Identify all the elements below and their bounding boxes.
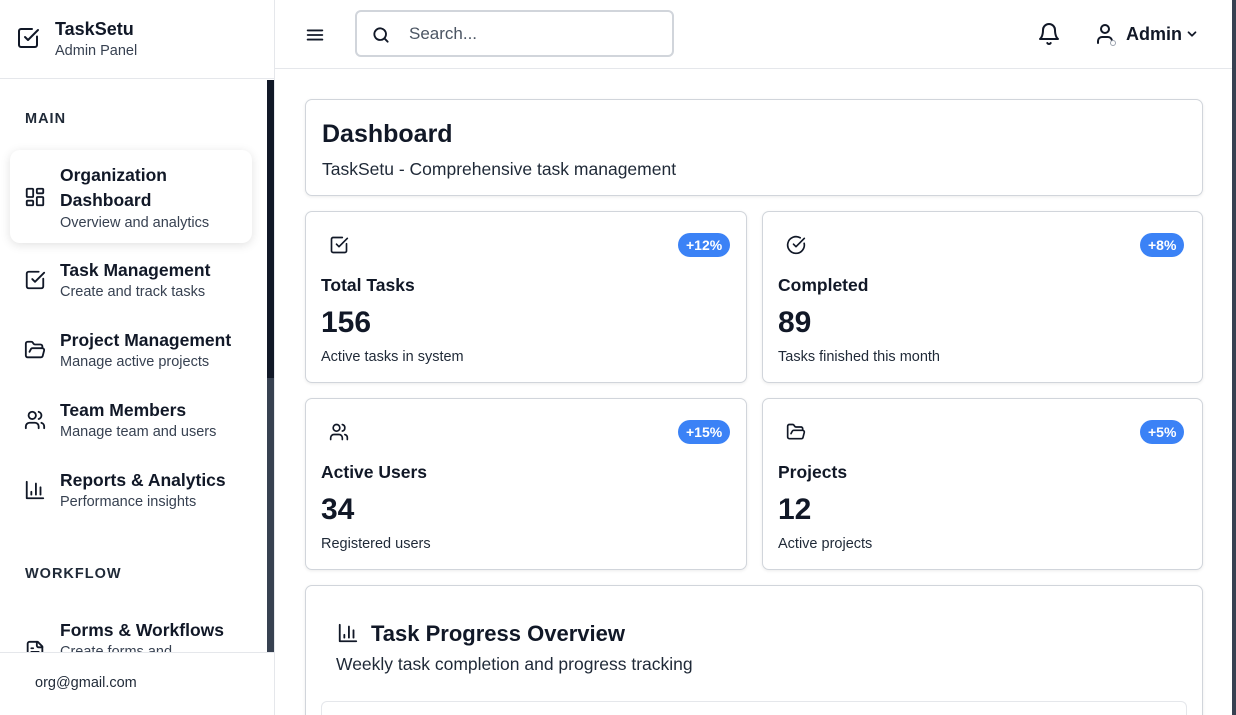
sidebar-item-subtitle: Performance insights xyxy=(60,494,197,510)
stat-description: Active tasks in system xyxy=(321,349,464,365)
sidebar-item-team-members[interactable]: Team Members Manage team and users xyxy=(10,396,252,446)
section-subtitle: Weekly task completion and progress trac… xyxy=(336,654,693,674)
stat-card-projects[interactable]: +5% Projects 12 Active projects xyxy=(762,398,1203,570)
search-input[interactable] xyxy=(407,22,657,46)
sidebar-item-task-management[interactable]: Task Management Create and track tasks xyxy=(10,256,252,306)
section-label-main: MAIN xyxy=(25,111,67,127)
user-name: Admin xyxy=(1126,24,1182,44)
sidebar-scrollbar-thumb[interactable] xyxy=(267,80,274,378)
brand-subtitle: Admin Panel xyxy=(55,43,138,59)
search-icon xyxy=(371,25,391,45)
users-icon xyxy=(329,422,349,442)
sidebar-item-title: Organization xyxy=(60,165,167,185)
bar-chart-icon xyxy=(24,479,46,501)
page-header-card: Dashboard TaskSetu - Comprehensive task … xyxy=(305,99,1203,196)
folder-open-icon xyxy=(786,422,806,442)
page-subtitle: TaskSetu - Comprehensive task management xyxy=(322,159,677,179)
folder-open-icon xyxy=(24,339,46,361)
stat-title: Completed xyxy=(778,275,869,295)
sidebar-item-title: Project Management xyxy=(60,330,232,350)
sidebar-item-title: Forms & Workflows xyxy=(60,620,225,640)
brand-title: TaskSetu xyxy=(55,19,134,39)
users-icon xyxy=(24,409,46,431)
trend-badge: +15% xyxy=(678,420,731,444)
sidebar-item-subtitle: Manage active projects xyxy=(60,354,210,370)
menu-icon[interactable] xyxy=(304,24,326,46)
sidebar-nav: MAIN Organization Dashboard Overview and… xyxy=(0,80,274,652)
task-progress-card: Task Progress Overview Weekly task compl… xyxy=(305,585,1203,715)
app-root: TaskSetu Admin Panel MAIN Organization D… xyxy=(0,0,1236,715)
brand[interactable]: TaskSetu Admin Panel xyxy=(0,0,274,79)
stat-value: 34 xyxy=(321,493,355,526)
bar-chart-icon xyxy=(337,622,359,644)
file-text-icon xyxy=(24,640,46,652)
sidebar: TaskSetu Admin Panel MAIN Organization D… xyxy=(0,0,275,715)
sidebar-item-title: Task Management xyxy=(60,260,211,280)
stat-title: Projects xyxy=(778,462,848,482)
stat-value: 12 xyxy=(778,493,812,526)
stat-description: Registered users xyxy=(321,536,431,552)
topbar: Admin xyxy=(275,0,1236,69)
sidebar-item-subtitle: Manage team and users xyxy=(60,424,217,440)
stat-card-active-users[interactable]: +15% Active Users 34 Registered users xyxy=(305,398,747,570)
stat-card-total-tasks[interactable]: +12% Total Tasks 156 Active tasks in sys… xyxy=(305,211,747,383)
sidebar-item-subtitle: Create and track tasks xyxy=(60,284,206,300)
sidebar-item-organization-dashboard[interactable]: Organization Dashboard Overview and anal… xyxy=(10,150,252,243)
circle-check-icon xyxy=(786,235,806,255)
sidebar-scrollbar[interactable] xyxy=(267,80,274,652)
search-box[interactable] xyxy=(355,10,674,57)
user-menu[interactable]: Admin xyxy=(1093,20,1203,50)
bell-icon[interactable] xyxy=(1037,22,1061,46)
stat-title: Active Users xyxy=(321,462,428,482)
square-check-icon xyxy=(329,235,349,255)
status-dot xyxy=(1110,40,1116,46)
trend-badge: +5% xyxy=(1140,420,1185,444)
stat-card-completed[interactable]: +8% Completed 89 Tasks finished this mon… xyxy=(762,211,1203,383)
page-title: Dashboard xyxy=(322,120,453,148)
chevron-down-icon xyxy=(1185,27,1199,41)
stat-description: Active projects xyxy=(778,536,873,552)
sidebar-item-title: Team Members xyxy=(60,400,187,420)
sidebar-item-title-line2: Dashboard xyxy=(60,190,152,210)
square-check-icon xyxy=(16,26,40,50)
sidebar-item-subtitle: Create forms and xyxy=(60,644,173,652)
progress-chart-container xyxy=(321,701,1187,715)
trend-badge: +8% xyxy=(1140,233,1185,257)
layout-grid-icon xyxy=(24,186,46,208)
sidebar-footer: org@gmail.com xyxy=(0,652,274,715)
window-edge xyxy=(1232,0,1236,715)
section-title: Task Progress Overview xyxy=(371,621,625,646)
stat-title: Total Tasks xyxy=(321,275,415,295)
stat-value: 89 xyxy=(778,306,812,339)
section-label-workflow: WORKFLOW xyxy=(25,566,122,582)
sidebar-item-title: Reports & Analytics xyxy=(60,470,226,490)
sidebar-item-reports-analytics[interactable]: Reports & Analytics Performance insights xyxy=(10,466,252,516)
trend-badge: +12% xyxy=(678,233,731,257)
square-check-icon xyxy=(24,269,46,291)
user-email: org@gmail.com xyxy=(35,675,137,691)
sidebar-item-subtitle: Overview and analytics xyxy=(60,215,210,231)
sidebar-item-project-management[interactable]: Project Management Manage active project… xyxy=(10,326,252,376)
stat-value: 156 xyxy=(321,306,372,339)
stat-description: Tasks finished this month xyxy=(778,349,940,365)
sidebar-item-forms-workflows[interactable]: Forms & Workflows Create forms and xyxy=(10,616,252,652)
